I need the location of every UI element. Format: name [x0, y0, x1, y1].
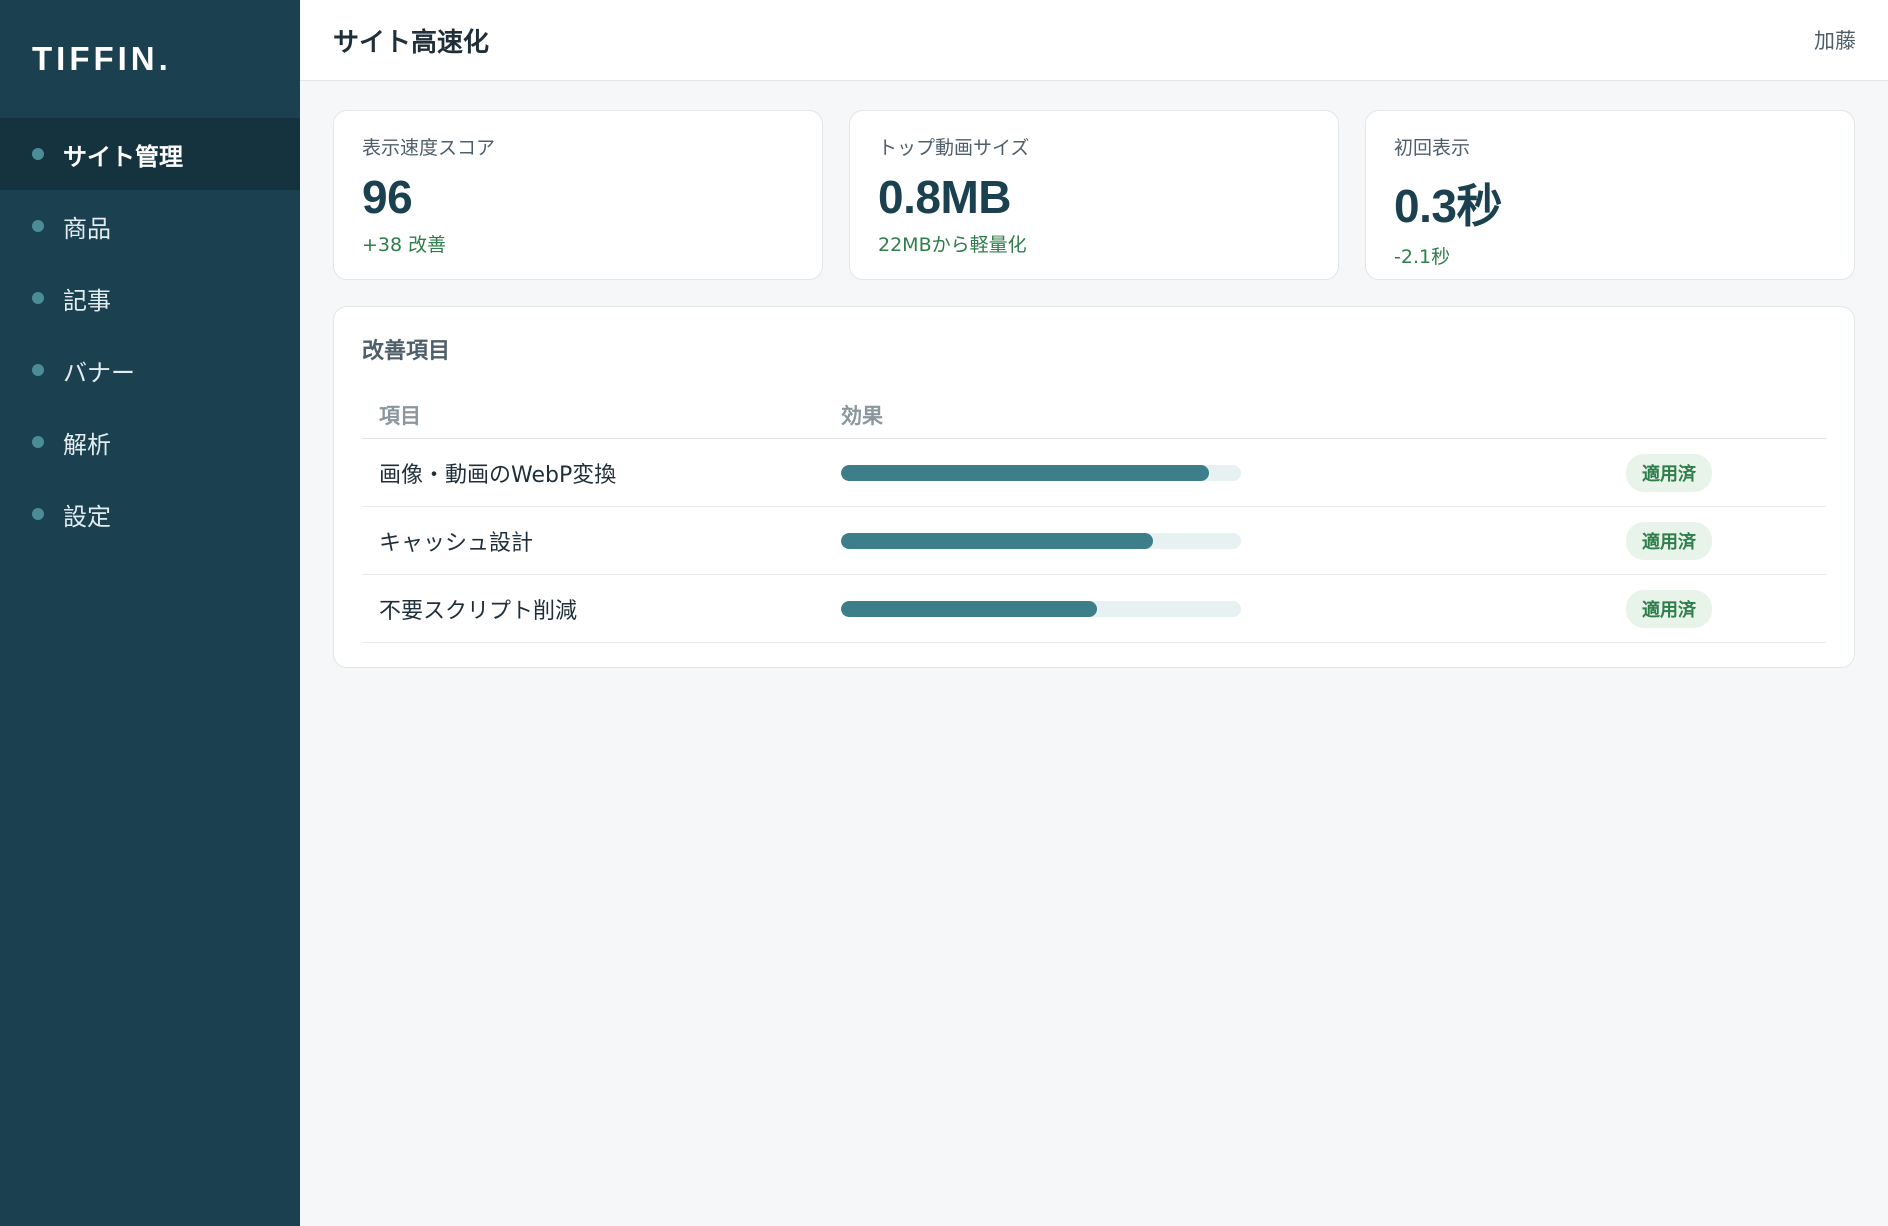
row-effect	[841, 464, 1626, 481]
bullet-icon	[32, 436, 44, 448]
app-root: TIFFIN. サイト管理 商品 記事 バナー 解析 設定 サイト高速化 加藤 …	[0, 0, 1888, 1226]
bullet-icon	[32, 508, 44, 520]
status-badge: 適用済	[1626, 453, 1712, 492]
sidebar-item-label: バナー	[63, 358, 135, 387]
table-row[interactable]: 不要スクリプト削減 適用済	[362, 575, 1826, 643]
status-badge: 適用済	[1626, 521, 1712, 560]
kpi-card-video-size: トップ動画サイズ 0.8MB 22MBから軽量化	[849, 110, 1339, 280]
sidebar-nav: サイト管理 商品 記事 バナー 解析 設定	[0, 118, 300, 550]
sidebar-item-products[interactable]: 商品	[0, 190, 300, 262]
table-row[interactable]: キャッシュ設計 適用済	[362, 507, 1826, 575]
bullet-icon	[32, 364, 44, 376]
bullet-icon	[32, 220, 44, 232]
kpi-delta: 22MBから軽量化	[878, 234, 1027, 256]
improvements-card: 改善項目 項目 効果 画像・動画のWebP変換 適用済 キャッシュ設計 適用済 …	[333, 306, 1855, 668]
row-status: 適用済	[1626, 589, 1826, 628]
topbar: サイト高速化 加藤	[300, 0, 1888, 81]
bullet-icon	[32, 148, 44, 160]
sidebar-item-analytics[interactable]: 解析	[0, 406, 300, 478]
section-title: 改善項目	[362, 339, 451, 364]
sidebar-item-label: 商品	[63, 214, 111, 243]
row-effect	[841, 600, 1626, 617]
sidebar-item-banners[interactable]: バナー	[0, 334, 300, 406]
sidebar-item-label: 記事	[63, 286, 111, 315]
status-badge: 適用済	[1626, 589, 1712, 628]
column-header-effect: 効果	[841, 403, 883, 428]
kpi-value: 96	[362, 171, 413, 223]
improvements-table: 項目 効果 画像・動画のWebP変換 適用済 キャッシュ設計 適用済 不要スクリ…	[362, 391, 1826, 643]
column-header-item: 項目	[379, 403, 421, 428]
kpi-delta: -2.1秒	[1394, 246, 1451, 268]
sidebar-item-articles[interactable]: 記事	[0, 262, 300, 334]
user-menu[interactable]: 加藤	[1814, 25, 1856, 55]
row-name: 画像・動画のWebP変換	[379, 462, 617, 488]
kpi-card-speed-score: 表示速度スコア 96 +38 改善	[333, 110, 823, 280]
kpi-card-first-paint: 初回表示 0.3秒 -2.1秒	[1365, 110, 1855, 280]
row-status: 適用済	[1626, 521, 1826, 560]
effect-bar-fill	[841, 600, 1097, 617]
page-title: サイト高速化	[333, 27, 490, 58]
kpi-value: 0.3秒	[1394, 180, 1502, 232]
kpi-label: トップ動画サイズ	[878, 137, 1030, 159]
table-header: 項目 効果	[362, 391, 1826, 439]
row-name: 不要スクリプト削減	[379, 598, 578, 624]
effect-bar-track	[841, 600, 1241, 617]
effect-bar-track	[841, 532, 1241, 549]
kpi-row: 表示速度スコア 96 +38 改善 トップ動画サイズ 0.8MB 22MBから軽…	[333, 110, 1855, 280]
main-area: サイト高速化 加藤 表示速度スコア 96 +38 改善 トップ動画サイズ 0.8…	[300, 0, 1888, 1226]
sidebar-item-label: サイト管理	[63, 142, 183, 171]
content: 表示速度スコア 96 +38 改善 トップ動画サイズ 0.8MB 22MBから軽…	[300, 81, 1888, 668]
row-name: キャッシュ設計	[379, 530, 534, 556]
kpi-value: 0.8MB	[878, 171, 1011, 223]
kpi-delta: +38 改善	[362, 234, 447, 256]
row-effect	[841, 532, 1626, 549]
kpi-label: 初回表示	[1394, 137, 1471, 159]
logo[interactable]: TIFFIN.	[0, 0, 300, 118]
sidebar-item-label: 解析	[63, 430, 111, 459]
bullet-icon	[32, 292, 44, 304]
sidebar-item-label: 設定	[63, 502, 111, 531]
sidebar-item-settings[interactable]: 設定	[0, 478, 300, 550]
sidebar-item-site-management[interactable]: サイト管理	[0, 118, 300, 190]
sidebar: TIFFIN. サイト管理 商品 記事 バナー 解析 設定	[0, 0, 300, 1226]
effect-bar-fill	[841, 464, 1209, 481]
effect-bar-fill	[841, 532, 1153, 549]
effect-bar-track	[841, 464, 1241, 481]
table-row[interactable]: 画像・動画のWebP変換 適用済	[362, 439, 1826, 507]
kpi-label: 表示速度スコア	[362, 137, 496, 159]
row-status: 適用済	[1626, 453, 1826, 492]
